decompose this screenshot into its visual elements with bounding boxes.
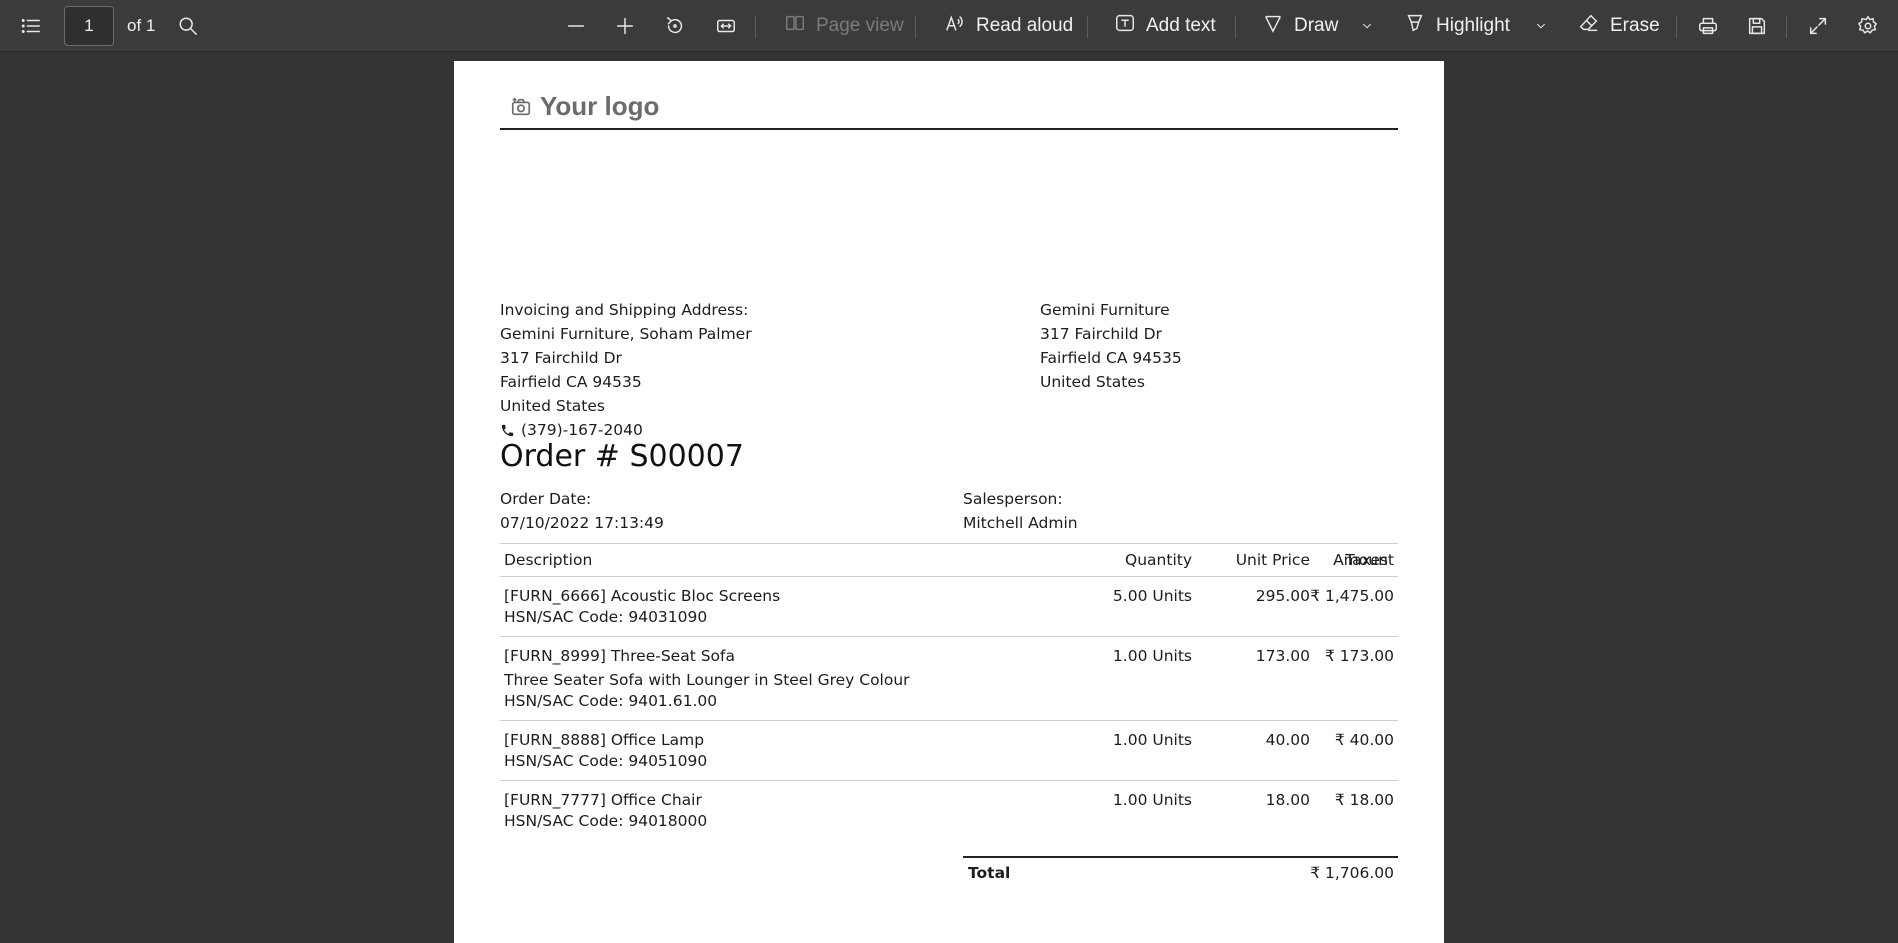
invoice-address-line: United States xyxy=(500,397,605,415)
save-icon xyxy=(1737,6,1777,46)
toolbar-divider xyxy=(1235,16,1236,38)
toolbar-divider xyxy=(755,16,756,38)
erase-label: Erase xyxy=(1610,15,1660,36)
highlight-options-button[interactable] xyxy=(1526,0,1556,52)
item-quantity: 1.00 Units xyxy=(1112,647,1192,665)
draw-label: Draw xyxy=(1294,15,1339,36)
page-total: of 1 xyxy=(127,16,156,35)
draw-button[interactable]: Draw xyxy=(1258,6,1342,46)
save-button[interactable] xyxy=(1737,0,1777,52)
table-top-rule xyxy=(500,543,1398,544)
column-header-amount: Amount xyxy=(1333,551,1394,569)
item-quantity: 5.00 Units xyxy=(1112,587,1192,605)
column-header-description: Description xyxy=(504,551,593,569)
print-button[interactable] xyxy=(1688,0,1728,52)
settings-button[interactable] xyxy=(1848,0,1888,52)
minus-icon xyxy=(556,6,596,46)
gear-icon xyxy=(1848,6,1888,46)
item-amount: ₹ 1,475.00 xyxy=(1310,587,1394,605)
expand-icon xyxy=(1798,6,1838,46)
toolbar-divider xyxy=(1087,16,1088,38)
rotate-button[interactable] xyxy=(655,0,695,52)
highlighter-icon xyxy=(1404,12,1426,40)
row-rule xyxy=(500,720,1398,721)
document-page: Your logo Invoicing and Shipping Address… xyxy=(454,61,1444,943)
invoice-address-line: 317 Fairchild Dr xyxy=(500,349,622,367)
page-view-button[interactable]: Page view xyxy=(780,6,908,46)
company-address-line: 317 Fairchild Dr xyxy=(1040,325,1162,343)
salesperson-label: Salesperson: xyxy=(963,490,1063,508)
item-amount: ₹ 18.00 xyxy=(1334,791,1394,809)
table-header-rule xyxy=(500,576,1398,577)
company-address-line: Gemini Furniture xyxy=(1040,301,1170,319)
logo-text: Your logo xyxy=(540,91,660,121)
zoom-out-button[interactable] xyxy=(556,0,596,52)
page-view-icon xyxy=(784,12,806,40)
toolbar-divider xyxy=(1786,16,1787,38)
row-rule xyxy=(500,780,1398,781)
add-text-label: Add text xyxy=(1146,15,1216,36)
column-header-quantity: Quantity xyxy=(1125,551,1192,569)
item-quantity: 1.00 Units xyxy=(1112,731,1192,749)
item-name: [FURN_8999] Three-Seat Sofa xyxy=(504,647,735,665)
read-aloud-icon xyxy=(944,12,966,40)
draw-icon xyxy=(1262,12,1284,40)
erase-button[interactable]: Erase xyxy=(1574,6,1664,46)
eraser-icon xyxy=(1578,12,1600,40)
camera-icon xyxy=(511,97,531,115)
highlight-label: Highlight xyxy=(1436,15,1510,36)
rotate-icon xyxy=(655,6,695,46)
plus-icon xyxy=(605,6,645,46)
fit-width-button[interactable] xyxy=(706,0,746,52)
read-aloud-label: Read aloud xyxy=(976,15,1074,36)
company-logo: Your logo xyxy=(510,91,659,122)
printer-icon xyxy=(1688,6,1728,46)
total-value: ₹ 1,706.00 xyxy=(1310,864,1394,882)
text-box-icon xyxy=(1114,12,1136,40)
total-label: Total xyxy=(968,864,1011,882)
search-icon xyxy=(168,6,208,46)
item-quantity: 1.00 Units xyxy=(1112,791,1192,809)
contents-button[interactable] xyxy=(11,0,51,52)
highlight-button[interactable]: Highlight xyxy=(1400,6,1514,46)
invoice-address-heading: Invoicing and Shipping Address: xyxy=(500,301,749,319)
zoom-in-button[interactable] xyxy=(605,0,645,52)
order-date-label: Order Date: xyxy=(500,490,592,508)
company-address-line: United States xyxy=(1040,373,1145,391)
item-hsn: HSN/SAC Code: 94031090 xyxy=(504,608,708,626)
fullscreen-button[interactable] xyxy=(1798,0,1838,52)
item-amount: ₹ 173.00 xyxy=(1324,647,1394,665)
item-hsn: HSN/SAC Code: 94018000 xyxy=(504,812,708,830)
draw-options-button[interactable] xyxy=(1352,0,1382,52)
item-amount: ₹ 40.00 xyxy=(1334,731,1394,749)
toolbar-divider xyxy=(915,16,916,38)
find-button[interactable] xyxy=(168,0,208,52)
page-view-label: Page view xyxy=(816,15,904,36)
phone-icon xyxy=(501,424,514,436)
toolbar-divider xyxy=(1676,16,1677,38)
row-rule xyxy=(500,636,1398,637)
read-aloud-button[interactable]: Read aloud xyxy=(940,6,1077,46)
salesperson-value: Mitchell Admin xyxy=(963,514,1078,532)
order-title: Order # S00007 xyxy=(500,439,744,474)
item-hsn: HSN/SAC Code: 9401.61.00 xyxy=(504,692,718,710)
fit-width-icon xyxy=(706,6,746,46)
company-address-line: Fairfield CA 94535 xyxy=(1040,349,1182,367)
add-text-button[interactable]: Add text xyxy=(1110,6,1220,46)
page-number-input[interactable] xyxy=(64,6,114,46)
chevron-down-icon xyxy=(1352,6,1382,46)
order-date-value: 07/10/2022 17:13:49 xyxy=(500,514,664,532)
invoice-address-line: Fairfield CA 94535 xyxy=(500,373,642,391)
total-rule xyxy=(963,856,1398,858)
chevron-down-icon xyxy=(1526,6,1556,46)
item-hsn: HSN/SAC Code: 94051090 xyxy=(504,752,708,770)
pdf-toolbar: of 1 Page view Read aloud Add text xyxy=(0,0,1898,52)
invoice-address-line: Gemini Furniture, Soham Palmer xyxy=(500,325,752,343)
list-icon xyxy=(11,6,51,46)
header-rule xyxy=(500,128,1398,130)
